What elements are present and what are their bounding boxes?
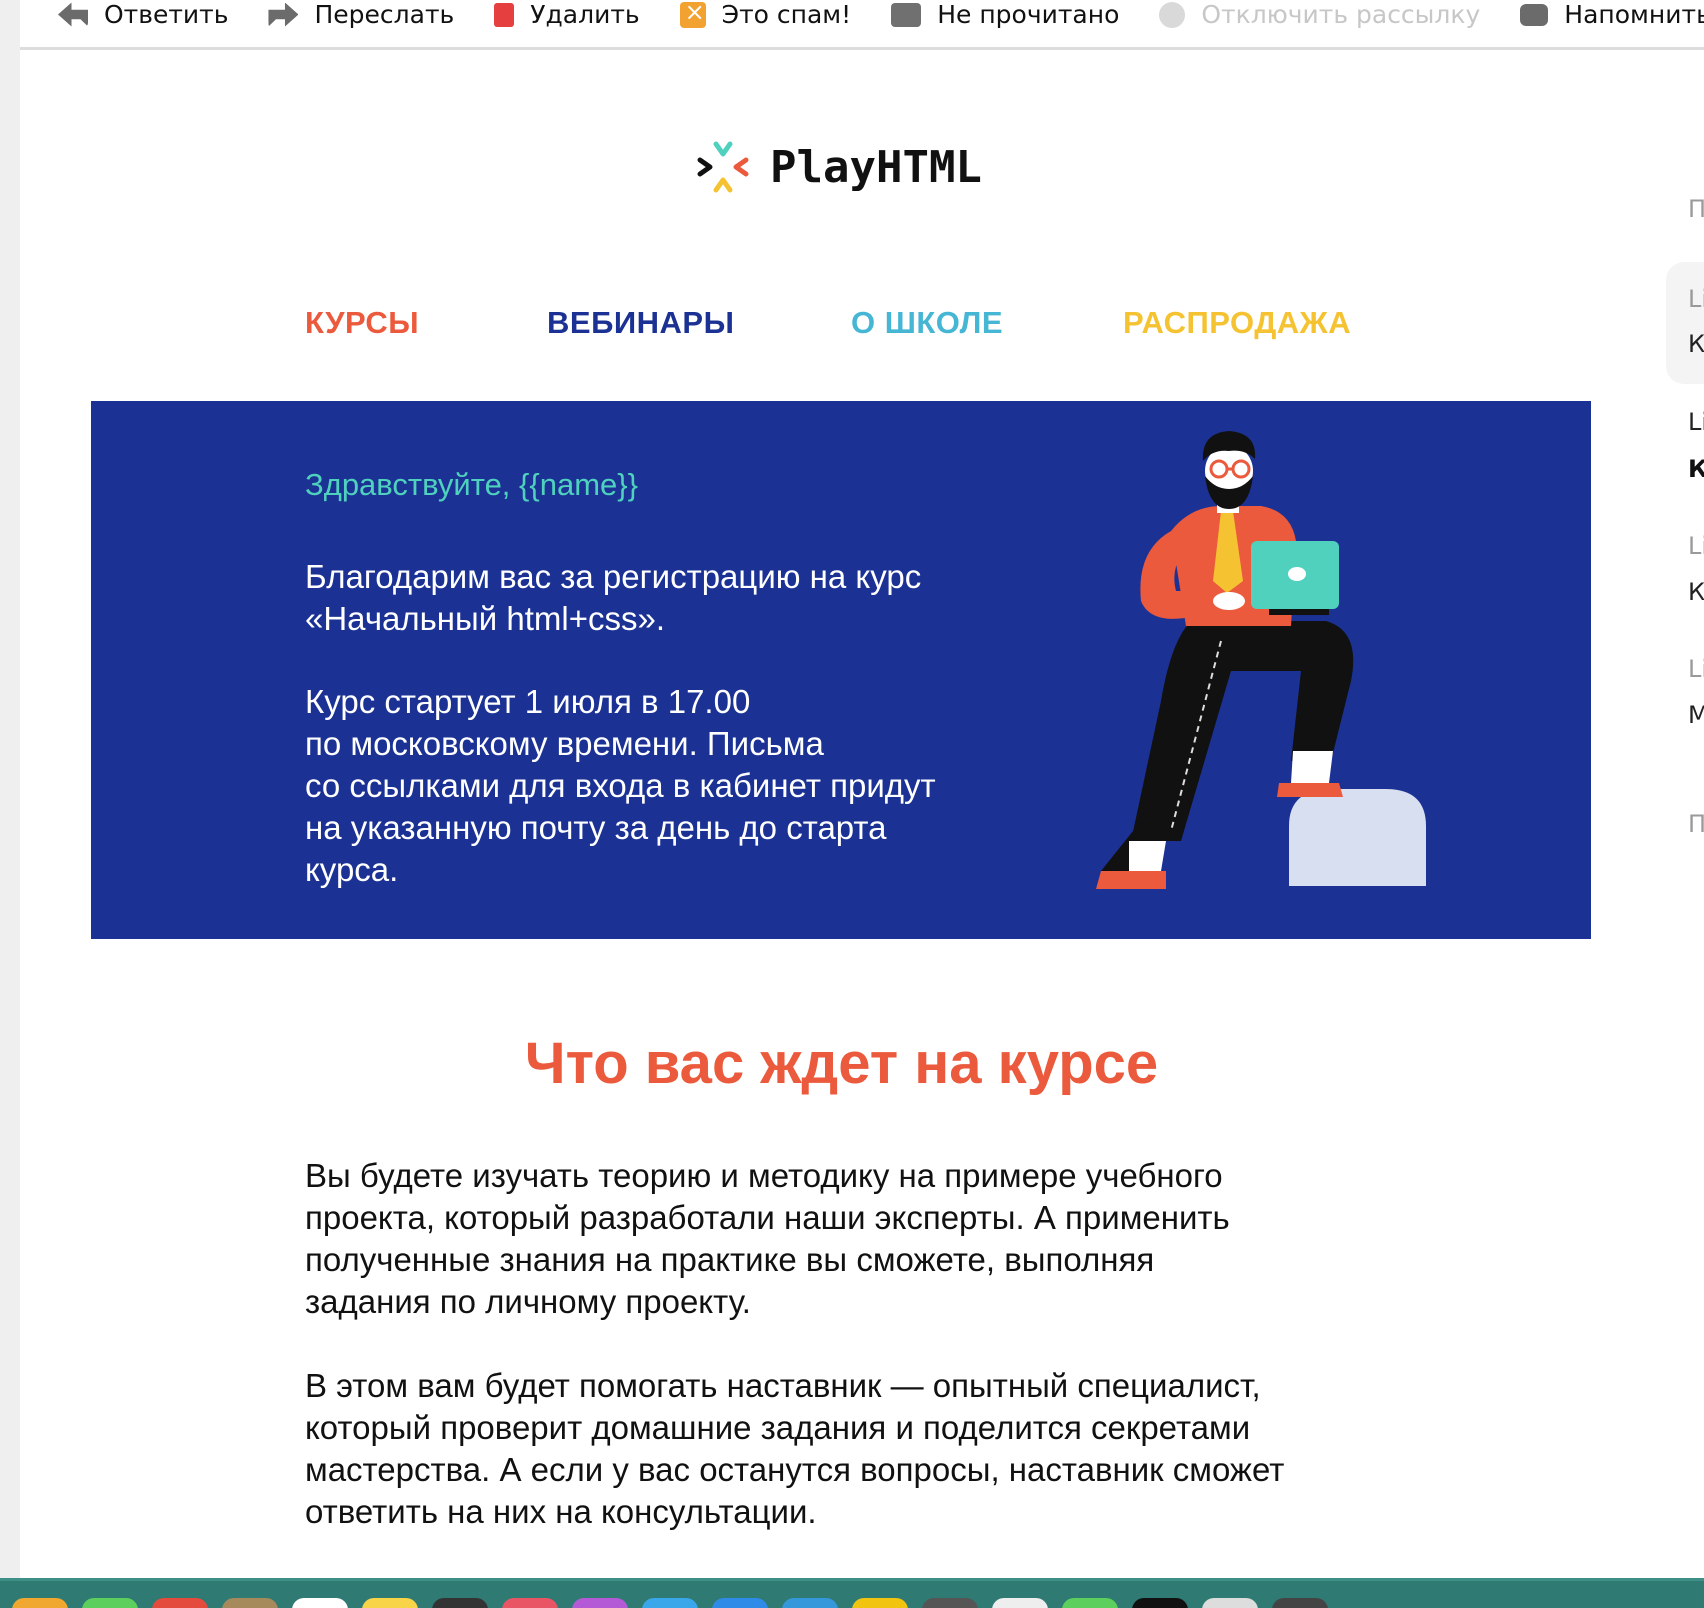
nav-about-link[interactable]: О ШКОЛЕ [851,305,1003,341]
dock-app-icon[interactable] [362,1598,418,1608]
side-item[interactable]: Li [1688,655,1704,683]
reply-button[interactable]: Ответить [58,0,228,29]
forward-icon [268,2,299,27]
delete-label: Удалить [530,0,640,29]
hero-paragraph-start: Курс стартует 1 июля в 17.00 по московск… [305,683,936,888]
remind-icon [1520,3,1549,26]
dock-app-icon[interactable] [1272,1598,1328,1608]
dock-app-icon[interactable] [992,1598,1048,1608]
hero-paragraph-registration: Благодарим вас за регистрацию на курс «Н… [305,558,922,637]
dock-app-icon[interactable] [782,1598,838,1608]
side-item: П [1688,810,1704,838]
dock-icons [12,1598,1704,1608]
side-item[interactable]: Li [1688,408,1704,436]
dock-app-icon[interactable] [852,1598,908,1608]
dock-app-icon[interactable] [572,1598,628,1608]
unsubscribe-button[interactable]: Отключить рассылку [1159,0,1480,29]
trash-icon [494,2,515,27]
reply-icon [58,2,88,27]
mentor-paragraph: В этом вам будет помогать наставник — оп… [305,1367,1285,1530]
forward-label: Переслать [314,0,455,29]
dock-app-icon[interactable] [502,1598,558,1608]
nav-webinars-link[interactable]: ВЕБИНАРЫ [547,305,734,341]
side-item[interactable]: К [1688,455,1704,483]
dock-app-icon[interactable] [82,1598,138,1608]
nav-sale-link[interactable]: РАСПРОДАЖА [1123,305,1351,341]
hero-banner: Здравствуйте, {{name}} Благодарим вас за… [91,401,1591,939]
email-viewer: Ответить Переслать Удалить Это спам! Не … [0,0,1704,1608]
main-nav: КУРСЫ ВЕБИНАРЫ О ШКОЛЕ РАСПРОДАЖА [0,305,1704,351]
dock-app-icon[interactable] [222,1598,278,1608]
spam-icon [679,0,706,28]
dock-app-icon[interactable] [152,1598,208,1608]
dock-app-icon[interactable] [642,1598,698,1608]
dock-app-icon[interactable] [922,1598,978,1608]
dock-app-icon[interactable] [1062,1598,1118,1608]
unread-label: Не прочитано [937,0,1120,29]
spam-label: Это спам! [721,0,852,29]
dock-app-icon[interactable] [712,1598,768,1608]
unsubscribe-icon [1159,1,1186,28]
spam-button[interactable]: Это спам! [679,0,852,29]
logo-text: PlayHTML [770,141,982,193]
playhtml-logo[interactable]: PlayHTML [696,140,982,194]
reply-label: Ответить [104,0,229,29]
side-item[interactable]: К [1688,578,1704,606]
dock-app-icon[interactable] [1202,1598,1258,1608]
mark-unread-button[interactable]: Не прочитано [891,0,1119,29]
forward-button[interactable]: Переслать [268,0,454,29]
delete-button[interactable]: Удалить [494,0,640,29]
remind-label: Напомнить по [1564,0,1704,29]
dock-app-icon[interactable] [12,1598,68,1608]
person-with-laptop-illustration [1096,431,1426,889]
left-sidebar-edge [0,0,20,1580]
unread-icon [891,2,922,27]
dock-app-icon[interactable] [432,1598,488,1608]
dock-app-icon[interactable] [1132,1598,1188,1608]
side-item[interactable]: Li [1688,532,1704,560]
course-description-paragraph: Вы будете изучать теорию и методику на п… [305,1157,1230,1320]
nav-courses-link[interactable]: КУРСЫ [305,305,419,341]
side-item: П [1688,195,1704,223]
dock-app-icon[interactable] [292,1598,348,1608]
message-toolbar: Ответить Переслать Удалить Это спам! Не … [20,0,1704,50]
remind-button[interactable]: Напомнить по [1520,0,1704,29]
greeting-text: Здравствуйте, {{name}} [305,467,638,502]
side-item[interactable]: М [1688,701,1704,729]
section-title: Что вас ждет на курсе [524,1031,1159,1096]
unsubscribe-label: Отключить рассылку [1201,0,1481,29]
logo-mark-icon [697,141,749,193]
